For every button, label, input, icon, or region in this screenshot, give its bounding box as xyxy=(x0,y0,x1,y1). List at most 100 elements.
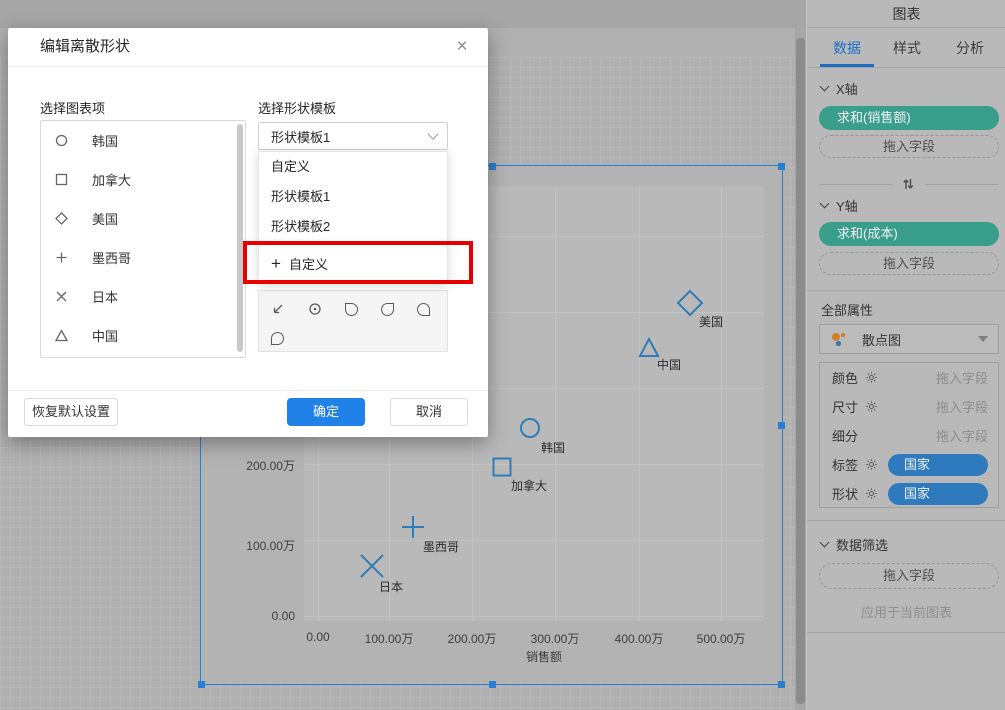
circle-marker-icon xyxy=(55,134,68,147)
arrow-down-left-icon[interactable] xyxy=(271,302,285,316)
chevron-down-icon xyxy=(819,537,830,548)
divider xyxy=(925,184,999,185)
property-row-size: 尺寸 拖入字段 xyxy=(820,392,998,421)
selection-handle[interactable] xyxy=(778,163,785,170)
list-item-china[interactable]: 中国 xyxy=(41,316,245,355)
x-axis-section-title: X轴 xyxy=(836,81,858,97)
x-marker-icon xyxy=(56,291,67,302)
point-label: 韩国 xyxy=(541,441,566,455)
apply-to-current-chart[interactable]: 应用于当前图表 xyxy=(807,602,1005,621)
x-axis-field-chip[interactable]: 求和(销售额) xyxy=(819,106,999,130)
chart-type-select[interactable]: 散点图 xyxy=(819,324,999,354)
list-item-usa[interactable]: 美国 xyxy=(41,199,245,238)
label-field-chip[interactable]: 国家 xyxy=(888,453,988,476)
sidebar-tabs: 数据 样式 分析 xyxy=(807,28,1005,68)
gear-icon[interactable] xyxy=(865,371,878,384)
tab-style[interactable]: 样式 xyxy=(877,28,937,68)
selection-handle[interactable] xyxy=(778,422,785,429)
marker-plus-mexico[interactable] xyxy=(402,516,424,538)
drop-field-placeholder[interactable]: 拖入字段 xyxy=(936,397,988,416)
restore-defaults-button[interactable]: 恢复默认设置 xyxy=(24,398,118,426)
list-item-mexico[interactable]: 墨西哥 xyxy=(41,238,245,277)
marker-circle-korea[interactable] xyxy=(520,418,540,438)
ok-button[interactable]: 确定 xyxy=(287,398,365,426)
caret-down-icon xyxy=(978,336,988,342)
list-item-canada[interactable]: 加拿大 xyxy=(41,160,245,199)
selection-handle[interactable] xyxy=(778,681,785,688)
point-label: 美国 xyxy=(699,315,724,329)
divider xyxy=(8,66,488,67)
target-dot-icon[interactable] xyxy=(308,302,322,316)
property-row-detail: 细分 拖入字段 xyxy=(820,421,998,450)
list-item-label: 墨西哥 xyxy=(92,251,132,266)
tab-analysis[interactable]: 分析 xyxy=(940,28,1000,68)
close-icon[interactable]: × xyxy=(450,35,474,59)
annotation-highlight-box xyxy=(243,241,473,284)
filter-section-title: 数据筛选 xyxy=(836,537,889,553)
swap-axes-icon[interactable] xyxy=(901,177,915,191)
point-label: 日本 xyxy=(379,580,404,594)
toolbar-strip xyxy=(0,0,806,28)
marker-x-japan[interactable] xyxy=(360,554,384,578)
divider xyxy=(8,390,488,391)
marker-square-canada[interactable] xyxy=(492,457,512,477)
chart-item-list: 韩国 加拿大 美国 墨西哥 日本 中国 xyxy=(40,120,246,358)
gear-icon[interactable] xyxy=(865,458,878,471)
drop-field-placeholder[interactable]: 拖入字段 xyxy=(936,368,988,387)
chevron-down-icon xyxy=(819,81,830,92)
divider xyxy=(819,184,893,185)
pin-bottom-right-icon[interactable] xyxy=(417,302,430,316)
x-axis-drop-zone[interactable]: 拖入字段 xyxy=(819,135,999,158)
y-axis-drop-zone[interactable]: 拖入字段 xyxy=(819,252,999,275)
divider xyxy=(807,632,1005,633)
pin-top-right-icon[interactable] xyxy=(381,302,394,316)
x-axis-section-header[interactable]: X轴 xyxy=(819,79,858,97)
canvas-scrollbar[interactable] xyxy=(795,28,806,710)
selection-handle[interactable] xyxy=(489,163,496,170)
property-row-label: 标签 国家 xyxy=(820,450,998,479)
list-item-japan[interactable]: 日本 xyxy=(41,277,245,316)
list-scrollbar-thumb[interactable] xyxy=(237,124,243,352)
shape-template-label: 选择形状模板 xyxy=(258,101,337,116)
property-row-shape: 形状 国家 xyxy=(820,479,998,508)
list-item-label: 加拿大 xyxy=(92,173,132,188)
template-select[interactable]: 形状模板1 xyxy=(258,122,448,150)
filter-section-header[interactable]: 数据筛选 xyxy=(819,535,889,553)
shape-picker-panel xyxy=(258,290,448,352)
gear-icon[interactable] xyxy=(865,400,878,413)
point-label: 加拿大 xyxy=(511,479,548,493)
y-axis-section-header[interactable]: Y轴 xyxy=(819,196,858,214)
list-item-label: 日本 xyxy=(92,290,119,305)
plus-marker-icon xyxy=(56,252,67,263)
list-item-korea[interactable]: 韩国 xyxy=(41,121,245,160)
pin-bottom-left-icon[interactable] xyxy=(271,331,284,345)
all-properties-label: 全部属性 xyxy=(821,303,874,318)
app: 200.00万 100.00万 0.00 0.00 100.00万 200.00… xyxy=(0,0,1005,710)
gear-icon[interactable] xyxy=(865,487,878,500)
template-select-value: 形状模板1 xyxy=(271,129,331,145)
divider xyxy=(807,290,1005,291)
dropdown-option-custom[interactable]: 自定义 xyxy=(259,152,447,182)
settings-sidebar: 图表 数据 样式 分析 X轴 求和(销售额) 拖入字段 Y轴 求和(成本) 拖入… xyxy=(806,0,1005,710)
chart-type-value: 散点图 xyxy=(862,332,902,348)
marker-diamond-usa[interactable] xyxy=(676,289,704,317)
tab-data[interactable]: 数据 xyxy=(817,28,877,68)
point-label: 中国 xyxy=(657,358,682,372)
selection-handle[interactable] xyxy=(489,681,496,688)
filter-drop-zone[interactable]: 拖入字段 xyxy=(819,563,999,589)
selection-handle[interactable] xyxy=(198,681,205,688)
property-label: 颜色 xyxy=(832,371,859,386)
marker-triangle-china[interactable] xyxy=(638,336,660,357)
property-row-color: 颜色 拖入字段 xyxy=(820,363,998,392)
cancel-button[interactable]: 取消 xyxy=(390,398,468,426)
y-axis-field-chip[interactable]: 求和(成本) xyxy=(819,222,999,246)
pin-top-left-icon[interactable] xyxy=(345,302,358,316)
drop-field-placeholder[interactable]: 拖入字段 xyxy=(936,426,988,445)
list-item-label: 韩国 xyxy=(92,134,119,149)
active-tab-underline xyxy=(820,64,874,67)
dropdown-option-template2[interactable]: 形状模板2 xyxy=(259,212,447,242)
divider xyxy=(807,520,1005,521)
dropdown-option-template1[interactable]: 形状模板1 xyxy=(259,182,447,212)
shape-field-chip[interactable]: 国家 xyxy=(888,482,988,505)
canvas-scrollbar-thumb[interactable] xyxy=(796,38,805,704)
